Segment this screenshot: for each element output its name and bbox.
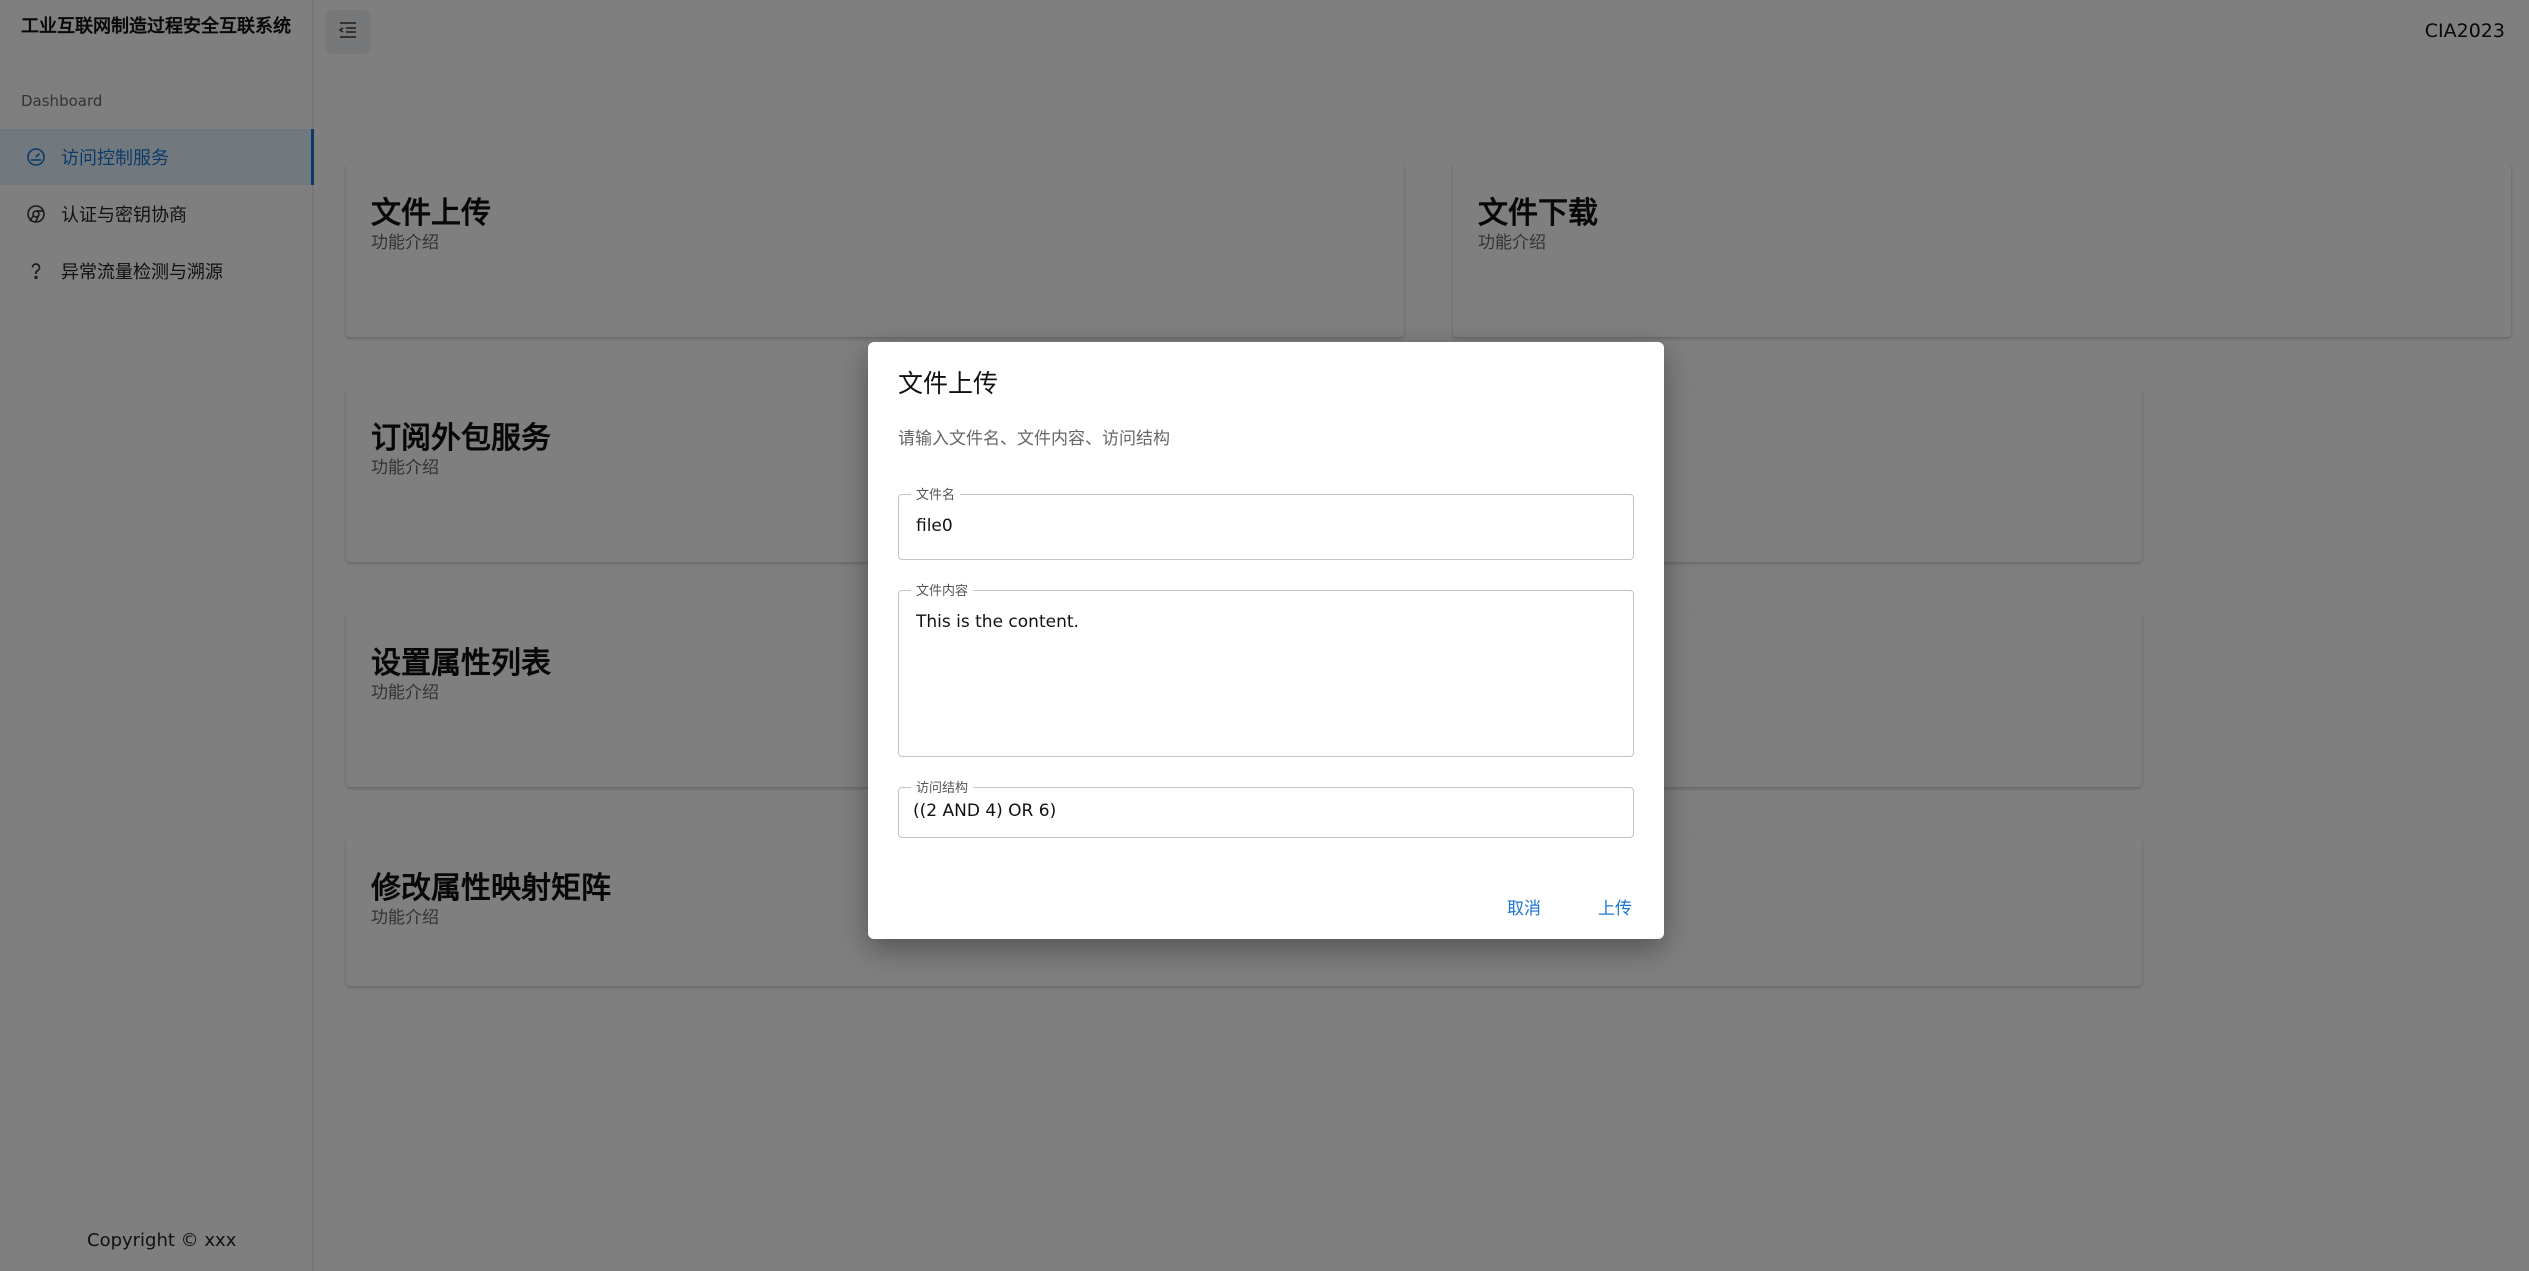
filename-field[interactable]: 文件名 file0 <box>898 484 1634 560</box>
filename-label: 文件名 <box>911 484 961 503</box>
access-structure-input[interactable]: ((2 AND 4) OR 6) <box>913 801 1056 821</box>
content-textarea[interactable]: This is the content. <box>916 612 1079 632</box>
upload-button[interactable]: 上传 <box>1590 890 1640 923</box>
cancel-button[interactable]: 取消 <box>1499 890 1549 923</box>
app-root: 工业互联网制造过程安全互联系统 Dashboard 访问控制服务 <box>0 0 2529 1271</box>
access-structure-label: 访问结构 <box>911 777 974 796</box>
content-label: 文件内容 <box>911 580 974 599</box>
content-field[interactable]: 文件内容 This is the content. <box>898 580 1634 757</box>
dialog-description: 请输入文件名、文件内容、访问结构 <box>898 429 1170 449</box>
upload-dialog: 文件上传 请输入文件名、文件内容、访问结构 文件名 file0 文件内容 Thi… <box>868 342 1664 939</box>
access-structure-field[interactable]: 访问结构 ((2 AND 4) OR 6) <box>898 777 1634 838</box>
dialog-title: 文件上传 <box>898 369 999 398</box>
filename-input[interactable]: file0 <box>916 516 953 536</box>
